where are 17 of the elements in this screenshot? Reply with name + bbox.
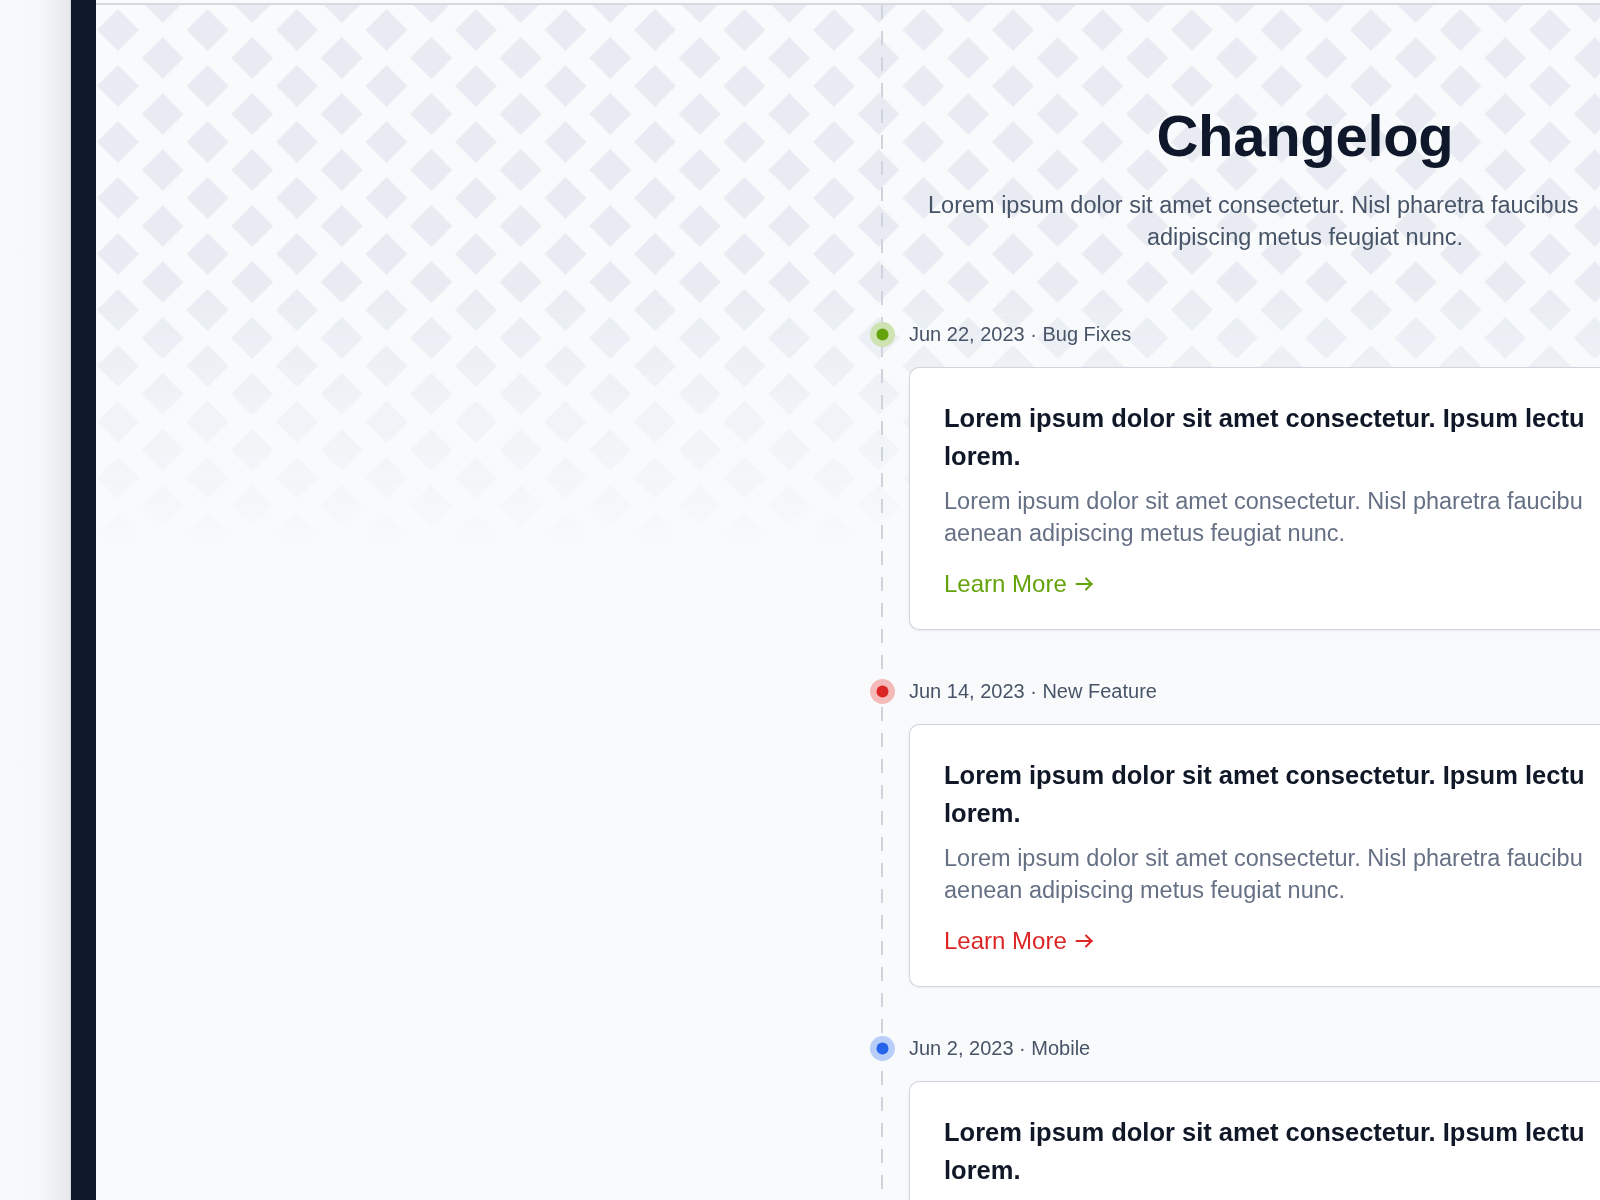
learn-more-link[interactable]: Learn More (944, 927, 1094, 955)
entry-date-category: Jun 22, 2023 · Bug Fixes (909, 322, 1132, 347)
entry-date-category: Jun 2, 2023 · Mobile (909, 1036, 1091, 1061)
page-title: Changelog (1156, 104, 1454, 168)
card-description: Lorem ipsum dolor sit amet consectetur. Nisl pharetra faucibu aenean adipiscing metus feugiat nunc. (944, 487, 1583, 548)
card-title: Lorem ipsum dolor sit amet consectetur. Ipsum lectu lorem. (944, 1117, 1585, 1186)
status-dot-icon (869, 321, 895, 347)
arrow-right-icon (1074, 577, 1094, 591)
card-title: Lorem ipsum dolor sit amet consectetur. Ipsum lectu lorem. (944, 760, 1585, 829)
entry-date-category: Jun 14, 2023 · New Feature (909, 679, 1157, 704)
arrow-right-icon (1074, 934, 1094, 948)
learn-more-link[interactable]: Learn More (944, 570, 1094, 598)
status-dot-icon (869, 1035, 895, 1061)
status-dot-icon (869, 678, 895, 704)
page-subtitle: Lorem ipsum dolor sit amet consectetur. Nisl pharetra faucibus adipiscing metus feugiat nunc. (928, 191, 1580, 252)
card-title: Lorem ipsum dolor sit amet consectetur. Ipsum lectu lorem. (944, 403, 1585, 472)
card-description: Lorem ipsum dolor sit amet consectetur. Nisl pharetra faucibu aenean adipiscing metus feugiat nunc. (944, 844, 1583, 905)
